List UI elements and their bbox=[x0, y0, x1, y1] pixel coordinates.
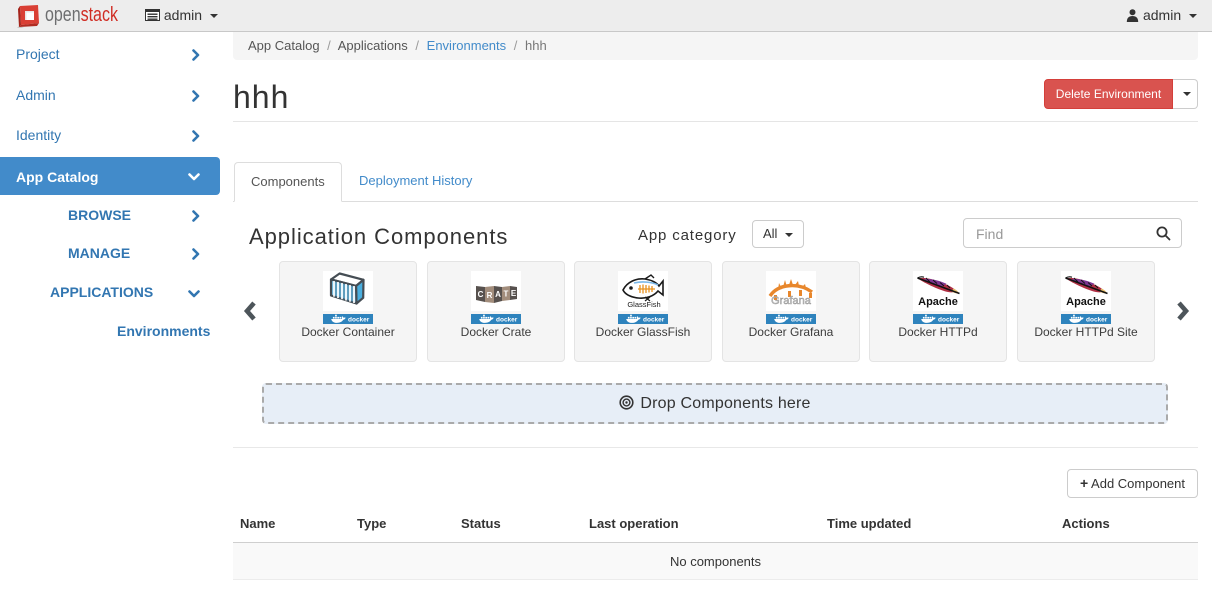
svg-text:R: R bbox=[487, 291, 493, 300]
svg-text:GlassFish: GlassFish bbox=[627, 300, 660, 309]
svg-text:docker: docker bbox=[791, 317, 813, 324]
svg-text:docker: docker bbox=[496, 317, 518, 324]
svg-text:docker: docker bbox=[643, 317, 665, 324]
svg-text:A: A bbox=[495, 290, 501, 299]
svg-text:Apache: Apache bbox=[918, 296, 958, 308]
svg-text:docker: docker bbox=[938, 317, 960, 324]
svg-text:Grafana: Grafana bbox=[771, 295, 812, 307]
svg-text:docker: docker bbox=[1086, 317, 1108, 324]
svg-text:Apache: Apache bbox=[1066, 296, 1106, 308]
svg-text:T: T bbox=[504, 290, 509, 299]
svg-text:C: C bbox=[478, 290, 484, 299]
svg-text:E: E bbox=[511, 289, 517, 298]
svg-text:docker: docker bbox=[348, 317, 370, 324]
